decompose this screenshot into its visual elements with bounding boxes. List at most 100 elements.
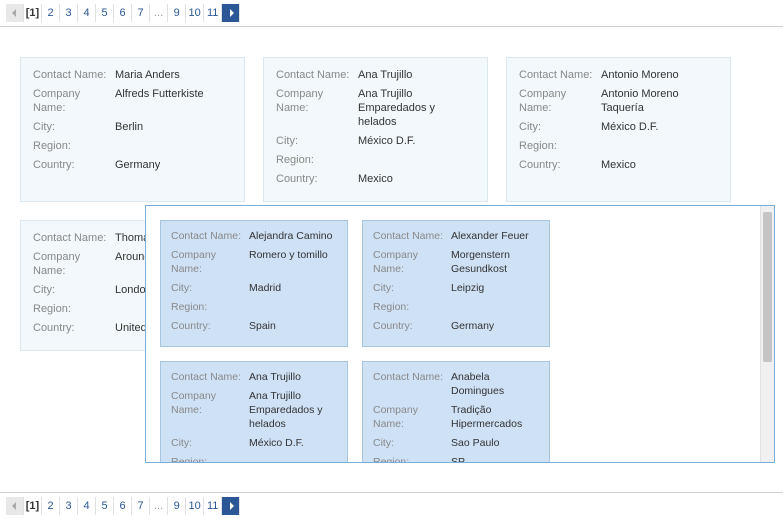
- city-value: Sao Paulo: [451, 436, 499, 450]
- city-label: City:: [276, 134, 358, 148]
- contact-label: Contact Name:: [171, 370, 249, 384]
- city-value: Berlin: [115, 120, 143, 134]
- pager-page-3[interactable]: 3: [60, 497, 78, 515]
- contact-value: Ana Trujillo: [249, 370, 301, 384]
- city-label: City:: [33, 120, 115, 134]
- contact-label: Contact Name:: [373, 229, 451, 243]
- contact-label: Contact Name:: [519, 68, 601, 82]
- region-label: Region:: [171, 455, 249, 462]
- pager-page-2[interactable]: 2: [42, 4, 60, 22]
- city-value: México D.F.: [358, 134, 415, 148]
- city-label: City:: [171, 281, 249, 295]
- company-label: Company Name:: [33, 87, 115, 115]
- contact-card[interactable]: Contact Name:Ana TrujilloCompany Name:An…: [263, 57, 488, 202]
- region-label: Region:: [519, 139, 601, 153]
- contact-label: Contact Name:: [373, 370, 451, 398]
- pager-page-11[interactable]: 11: [204, 4, 222, 22]
- pager-bottom: [1]234567...91011: [0, 492, 783, 519]
- region-value: SP: [451, 455, 465, 462]
- company-value: Alfreds Futterkiste: [115, 87, 204, 115]
- company-value: Romero y tomillo: [249, 248, 328, 276]
- contact-value: Ana Trujillo: [358, 68, 412, 82]
- pager-next[interactable]: [222, 4, 240, 22]
- company-value: Ana Trujillo Emparedados y helados: [249, 389, 337, 431]
- contact-value: Maria Anders: [115, 68, 180, 82]
- company-label: Company Name:: [33, 250, 115, 278]
- scrollbar-thumb[interactable]: [763, 212, 772, 362]
- region-label: Region:: [373, 455, 451, 462]
- pager-prev-bottom: [6, 497, 24, 515]
- country-value: United: [115, 321, 147, 335]
- country-label: Country:: [33, 158, 115, 172]
- company-label: Company Name:: [373, 248, 451, 276]
- contact-value: Antonio Moreno: [601, 68, 679, 82]
- country-value: Mexico: [601, 158, 636, 172]
- pager-page-5[interactable]: 5: [96, 4, 114, 22]
- pager-ellipsis: ...: [150, 497, 168, 515]
- pager-ellipsis: ...: [150, 4, 168, 22]
- company-label: Company Name:: [373, 403, 451, 431]
- contact-label: Contact Name:: [33, 68, 115, 82]
- contact-card[interactable]: Contact Name:Anabela DominguesCompany Na…: [362, 361, 550, 462]
- country-label: Country:: [373, 319, 451, 333]
- city-value: Leipzig: [451, 281, 484, 295]
- region-label: Region:: [33, 302, 115, 316]
- pager-page-10[interactable]: 10: [186, 497, 204, 515]
- country-label: Country:: [276, 172, 358, 186]
- pager-page-7[interactable]: 7: [132, 4, 150, 22]
- company-label: Company Name:: [276, 87, 358, 129]
- contact-card[interactable]: Contact Name:Maria AndersCompany Name:Al…: [20, 57, 245, 202]
- pager-page-2[interactable]: 2: [42, 497, 60, 515]
- country-value: Mexico: [358, 172, 393, 186]
- company-label: Company Name:: [171, 389, 249, 431]
- city-label: City:: [33, 283, 115, 297]
- contact-card[interactable]: Contact Name:Ana TrujilloCompany Name:An…: [160, 361, 348, 462]
- country-value: Germany: [115, 158, 160, 172]
- pager-page-7[interactable]: 7: [132, 497, 150, 515]
- pager-next-bottom[interactable]: [222, 497, 240, 515]
- pager-page-9[interactable]: 9: [168, 4, 186, 22]
- overlay-panel: Contact Name:Alejandra CaminoCompany Nam…: [145, 205, 775, 463]
- contact-label: Contact Name:: [276, 68, 358, 82]
- pager-page-9[interactable]: 9: [168, 497, 186, 515]
- region-label: Region:: [33, 139, 115, 153]
- overlay-scrollbar[interactable]: [760, 206, 774, 462]
- city-value: Madrid: [249, 281, 281, 295]
- city-value: México D.F.: [601, 120, 658, 134]
- pager-top: [1]234567...91011: [0, 0, 783, 27]
- pager-prev: [6, 4, 24, 22]
- company-label: Company Name:: [171, 248, 249, 276]
- contact-label: Contact Name:: [171, 229, 249, 243]
- region-label: Region:: [276, 153, 358, 167]
- country-label: Country:: [171, 319, 249, 333]
- company-value: Morgenstern Gesundkost: [451, 248, 539, 276]
- company-value: Antonio Moreno Taquería: [601, 87, 718, 115]
- pager-page-6[interactable]: 6: [114, 4, 132, 22]
- pager-page-3[interactable]: 3: [60, 4, 78, 22]
- city-label: City:: [373, 281, 451, 295]
- company-value: Ana Trujillo Emparedados y helados: [358, 87, 475, 129]
- country-value: Spain: [249, 319, 276, 333]
- city-value: México D.F.: [249, 436, 304, 450]
- pager-page-10[interactable]: 10: [186, 4, 204, 22]
- contact-value: Alexander Feuer: [451, 229, 529, 243]
- company-value: Tradição Hipermercados: [451, 403, 539, 431]
- pager-page-5[interactable]: 5: [96, 497, 114, 515]
- region-label: Region:: [373, 300, 451, 314]
- contact-card[interactable]: Contact Name:Alejandra CaminoCompany Nam…: [160, 220, 348, 347]
- contact-card[interactable]: Contact Name:Antonio MorenoCompany Name:…: [506, 57, 731, 202]
- city-label: City:: [519, 120, 601, 134]
- contact-value: Anabela Domingues: [451, 370, 539, 398]
- country-label: Country:: [519, 158, 601, 172]
- city-label: City:: [373, 436, 451, 450]
- company-label: Company Name:: [519, 87, 601, 115]
- country-label: Country:: [33, 321, 115, 335]
- pager-page-1: [1]: [24, 4, 42, 22]
- contact-card[interactable]: Contact Name:Alexander FeuerCompany Name…: [362, 220, 550, 347]
- country-value: Germany: [451, 319, 494, 333]
- pager-page-4[interactable]: 4: [78, 4, 96, 22]
- pager-page-4[interactable]: 4: [78, 497, 96, 515]
- pager-page-11[interactable]: 11: [204, 497, 222, 515]
- pager-page-6[interactable]: 6: [114, 497, 132, 515]
- city-label: City:: [171, 436, 249, 450]
